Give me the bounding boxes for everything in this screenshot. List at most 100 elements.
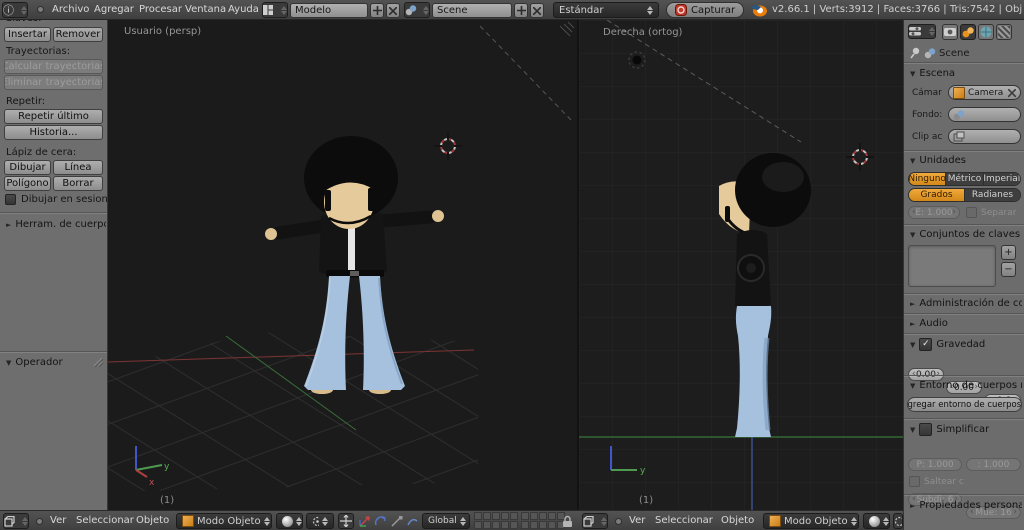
pivot-point-select-clipped[interactable] [893,513,903,529]
collapse-menus-toggle[interactable] [37,6,44,13]
active-clip-field[interactable] [948,129,1021,144]
shading-sphere-icon [869,515,880,527]
viewport-shading-select[interactable] [863,513,890,529]
simplify-panel-header[interactable]: Simplificar [910,423,989,436]
capture-button[interactable]: Capturar [666,2,745,18]
keying-sets-list[interactable] [908,245,996,287]
lock-icon[interactable] [562,515,573,528]
units-degrees-option[interactable]: Grados [909,189,965,201]
gravity-panel-header[interactable]: Gravedad [910,338,985,351]
scene-panel-header[interactable]: Escena [910,68,955,79]
menu-ventana[interactable]: Ventana [185,0,226,20]
editor-type-select-info[interactable] [2,2,28,18]
calculate-paths-button[interactable]: Calcular trayectorias [4,59,103,74]
screen-layout-name-field[interactable]: Modelo [290,3,368,18]
add-scene-button[interactable] [514,3,528,18]
scale-manipulator-icon[interactable] [390,515,403,528]
scene-icon-button[interactable] [404,2,430,18]
layer-grid-right[interactable] [521,512,565,529]
transform-orientation-select[interactable]: Global [422,513,470,529]
gp-erase-button[interactable]: Borrar [53,176,103,191]
repeat-last-button[interactable]: Repetir último [4,109,103,124]
editor-type-select-3dview[interactable] [582,513,608,529]
simplify-skip-checkbox[interactable] [909,476,920,487]
delete-scene-button[interactable] [530,3,544,18]
units-imperial-option[interactable]: Imperial [983,173,1020,185]
operator-panel-header[interactable]: Operador [6,357,62,368]
pin-icon[interactable] [909,47,921,59]
tab-world[interactable] [978,24,994,40]
rigid-body-tools-panel-header[interactable]: Herram. de cuerpos r [6,219,106,230]
render-engine-select[interactable]: Estándar [553,2,659,18]
units-metric-option[interactable]: Métrico [946,173,984,185]
gp-line-button[interactable]: Línea [53,160,103,175]
add-layout-button[interactable] [370,3,384,18]
color-management-panel-header[interactable]: Administración de color [910,298,1022,309]
left-arm [271,219,331,240]
gp-poly-button[interactable]: Polígono [4,176,51,191]
scene-name-field[interactable]: Scene [432,3,512,18]
manipulator-toggle[interactable] [338,513,354,529]
separate-units-checkbox[interactable] [966,207,977,218]
layer-grid-left[interactable] [474,512,518,529]
add-rigid-body-world-button[interactable]: Agregar entorno de cuerpos r [907,397,1022,412]
simplify-ao-field[interactable]: : 1.000 [966,458,1021,471]
menu-seleccionar[interactable]: Seleccionar [76,511,134,530]
units-radians-option[interactable]: Radianes [965,189,1020,201]
clear-icon[interactable] [1008,88,1016,97]
menu-objeto[interactable]: Objeto [136,511,169,530]
sketch-sessions-checkbox[interactable] [5,194,16,205]
menu-ver[interactable]: Ver [629,511,645,530]
pivot-point-select[interactable] [306,513,334,529]
menu-archivo[interactable]: Archivo [52,0,89,20]
viewport-shading-select[interactable] [276,513,303,529]
menu-ayuda[interactable]: Ayuda [228,0,259,20]
simplify-shadow-field[interactable]: P: 1.000 [908,458,962,471]
units-none-option[interactable]: Ninguno [909,173,947,185]
editor-type-select-properties[interactable] [908,24,936,39]
tab-render[interactable] [942,24,958,40]
menu-seleccionar[interactable]: Seleccionar [655,511,713,530]
units-panel-header[interactable]: Unidades [910,155,966,166]
remove-keying-set-button[interactable]: − [1001,262,1016,277]
camera-select-field[interactable]: Camera [948,85,1021,100]
add-keying-set-button[interactable]: + [1001,245,1016,260]
normal-manipulator-icon[interactable] [406,515,419,528]
mode-select[interactable]: Modo Objeto [176,513,272,529]
gp-draw-button[interactable]: Dibujar [4,160,51,175]
editor-type-select-3dview[interactable] [3,513,29,529]
unit-scale-field[interactable]: E: 1.000 [908,206,960,219]
menu-agregar[interactable]: Agregar [94,0,134,20]
insert-keyframe-button[interactable]: Insertar [4,27,51,42]
collapse-menus-toggle[interactable] [615,518,622,525]
clipped-section-header: Claves: [5,20,65,25]
menu-objeto[interactable]: Objeto [721,511,754,530]
screen-layout-icon-button[interactable] [262,2,288,18]
rotate-manipulator-icon[interactable] [374,515,387,528]
simplify-enable-checkbox[interactable] [919,423,933,436]
translate-manipulator-icon[interactable] [358,515,371,528]
history-button[interactable]: Historia... [4,125,103,140]
viewport-3d-canvas-left[interactable]: y x (1) [107,20,575,510]
background-set-field[interactable] [948,107,1021,122]
menu-procesar[interactable]: Procesar [139,0,182,20]
tab-scene-active[interactable] [960,24,976,40]
chevron-updown-icon [460,517,466,526]
audio-panel-header[interactable]: Audio [910,318,947,329]
delete-layout-button[interactable] [386,3,400,18]
chevron-updown-icon [281,6,287,15]
menu-ver[interactable]: Ver [50,511,66,530]
keying-sets-panel-header[interactable]: Conjuntos de claves [910,229,1020,240]
movie-clip-icon [953,131,965,142]
rigid-body-world-panel-header[interactable]: Entorno de cuerpos rígid [910,380,1022,391]
mode-select[interactable]: Modo Objeto [763,513,859,529]
panel-drag-grip[interactable] [90,354,104,368]
viewport-3d-canvas-right[interactable]: y (1) [579,19,903,510]
collapse-menus-toggle[interactable] [36,518,43,525]
clear-paths-button[interactable]: Eliminar trayectorias [4,75,103,90]
repeat-label: Repetir: [6,96,46,107]
remove-keyframe-button[interactable]: Remover [53,27,103,42]
gravity-enable-checkbox[interactable] [919,338,933,351]
custom-properties-panel-header[interactable]: Propiedades personaliza [910,500,1022,511]
tab-render-layers[interactable] [996,24,1012,40]
